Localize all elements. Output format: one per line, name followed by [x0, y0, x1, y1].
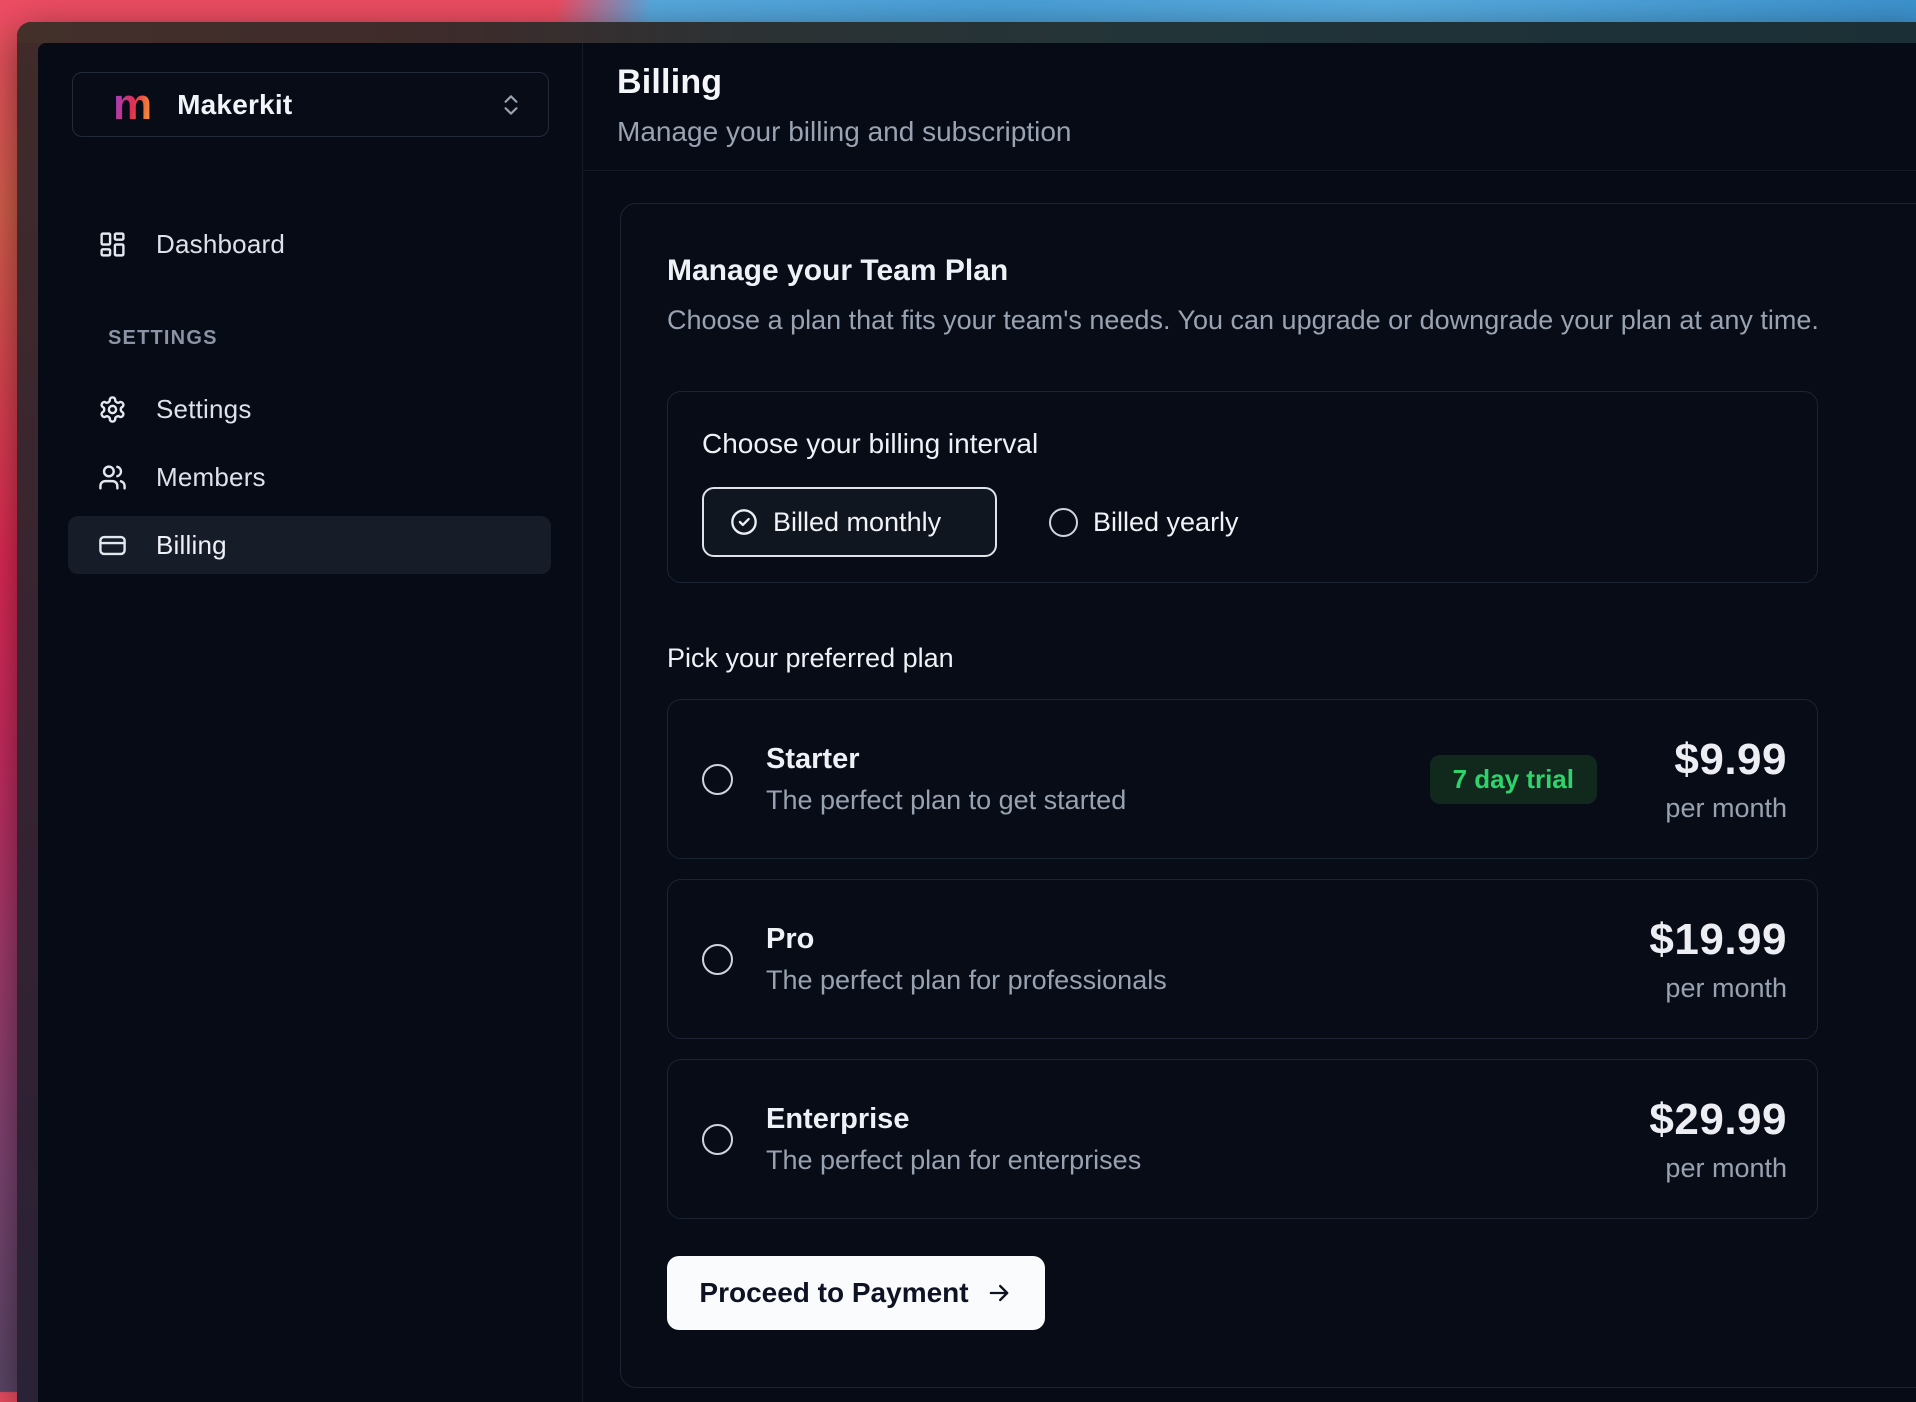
plan-price: $19.99 — [1647, 915, 1787, 965]
plan-price-block: $19.99 per month — [1647, 915, 1787, 1004]
billed-yearly-label: Billed yearly — [1093, 507, 1239, 538]
check-circle-icon — [730, 508, 758, 536]
plans-list: Starter The perfect plan to get started … — [667, 699, 1916, 1219]
app-window: m Makerkit Dashboard — [17, 22, 1916, 1402]
plan-name: Pro — [766, 923, 1167, 956]
header-divider — [583, 170, 1916, 171]
plan-description: The perfect plan for enterprises — [766, 1145, 1141, 1176]
team-plan-card: Manage your Team Plan Choose a plan that… — [620, 203, 1916, 1388]
billing-interval-box: Choose your billing interval Billed mont… — [667, 391, 1818, 583]
sidebar-nav: Dashboard SETTINGS Settings — [38, 215, 582, 574]
billing-interval-label: Choose your billing interval — [702, 428, 1817, 460]
workspace-name: Makerkit — [177, 89, 498, 121]
proceed-to-payment-button[interactable]: Proceed to Payment — [667, 1256, 1045, 1330]
plan-row-starter[interactable]: Starter The perfect plan to get started … — [667, 699, 1818, 859]
users-icon — [98, 463, 127, 492]
radio-unselected-icon[interactable] — [702, 1124, 733, 1155]
sidebar-item-label: Dashboard — [156, 229, 285, 260]
plan-price-block: $9.99 per month — [1647, 735, 1787, 824]
plan-period: per month — [1647, 973, 1787, 1004]
plan-card-description: Choose a plan that fits your team's need… — [667, 305, 1916, 336]
plan-name: Enterprise — [766, 1103, 1141, 1136]
plan-name: Starter — [766, 743, 1126, 776]
workspace-selector[interactable]: m Makerkit — [72, 72, 549, 137]
chevron-up-down-icon — [498, 92, 524, 118]
proceed-to-payment-label: Proceed to Payment — [699, 1277, 968, 1309]
plan-period: per month — [1647, 793, 1787, 824]
radio-unselected-icon[interactable] — [702, 764, 733, 795]
sidebar-item-billing[interactable]: Billing — [68, 516, 551, 574]
makerkit-logo: m — [113, 90, 152, 120]
sidebar-section-settings: SETTINGS — [108, 327, 582, 350]
plan-description: The perfect plan for professionals — [766, 965, 1167, 996]
main-content: Billing Manage your billing and subscrip… — [583, 43, 1916, 1402]
billing-interval-options: Billed monthly Billed yearly — [702, 487, 1817, 557]
radio-unselected-icon — [1049, 508, 1078, 537]
sidebar-item-members[interactable]: Members — [68, 448, 551, 506]
plans-label: Pick your preferred plan — [667, 643, 1916, 674]
sidebar-item-settings[interactable]: Settings — [68, 380, 551, 438]
sidebar-item-dashboard[interactable]: Dashboard — [68, 215, 551, 273]
gear-icon — [98, 395, 127, 424]
plan-card-title: Manage your Team Plan — [667, 254, 1916, 288]
sidebar-item-label: Settings — [156, 394, 252, 425]
billed-monthly-label: Billed monthly — [773, 507, 941, 538]
sidebar-item-label: Members — [156, 462, 266, 493]
plan-period: per month — [1647, 1153, 1787, 1184]
radio-unselected-icon[interactable] — [702, 944, 733, 975]
page-subtitle: Manage your billing and subscription — [617, 116, 1916, 148]
sidebar-settings-group: Settings Members — [38, 380, 582, 574]
plan-row-enterprise[interactable]: Enterprise The perfect plan for enterpri… — [667, 1059, 1818, 1219]
plan-text: Enterprise The perfect plan for enterpri… — [766, 1103, 1141, 1176]
app-root: m Makerkit Dashboard — [38, 43, 1916, 1402]
sidebar: m Makerkit Dashboard — [38, 43, 583, 1402]
sidebar-item-label: Billing — [156, 530, 227, 561]
plan-price-block: $29.99 per month — [1647, 1095, 1787, 1184]
plan-text: Pro The perfect plan for professionals — [766, 923, 1167, 996]
page-title: Billing — [617, 63, 1916, 102]
plan-price: $29.99 — [1647, 1095, 1787, 1145]
plan-row-pro[interactable]: Pro The perfect plan for professionals $… — [667, 879, 1818, 1039]
plan-description: The perfect plan to get started — [766, 785, 1126, 816]
window-titlebar — [17, 22, 1916, 43]
plan-price: $9.99 — [1647, 735, 1787, 785]
credit-card-icon — [98, 531, 127, 560]
billed-yearly-option[interactable]: Billed yearly — [1049, 507, 1239, 538]
plan-text: Starter The perfect plan to get started — [766, 743, 1126, 816]
trial-badge: 7 day trial — [1430, 755, 1597, 804]
dashboard-icon — [98, 230, 127, 259]
arrow-right-icon — [985, 1279, 1013, 1307]
billed-monthly-option[interactable]: Billed monthly — [702, 487, 997, 557]
